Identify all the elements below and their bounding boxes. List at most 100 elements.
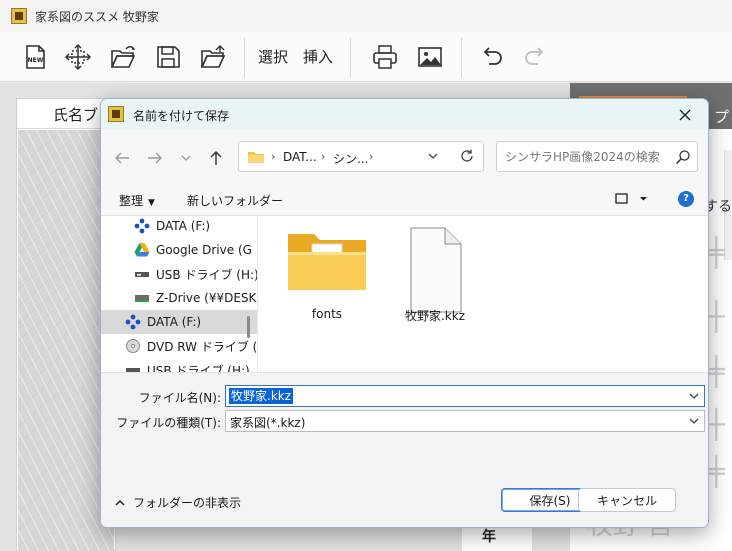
cancel-button[interactable]: キャンセル bbox=[578, 488, 676, 512]
nav-item-label: USB ドライブ (H:) bbox=[147, 363, 250, 373]
view-options-button[interactable] bbox=[615, 192, 649, 209]
usb-drive-icon bbox=[134, 266, 150, 282]
arrow-left-icon bbox=[115, 152, 129, 164]
breadcrumb-segment[interactable]: DAT... bbox=[283, 150, 317, 164]
filetype-label: ファイルの種類(T): bbox=[116, 416, 221, 430]
filename-label: ファイル名(N): bbox=[138, 391, 221, 405]
filename-value[interactable]: 牧野家.kkz bbox=[229, 388, 294, 404]
tree-card-text: 年 bbox=[482, 529, 496, 545]
usb-drive-icon bbox=[125, 362, 141, 372]
organize-button[interactable]: 整理 ▼ bbox=[119, 192, 155, 209]
print-icon[interactable] bbox=[369, 40, 401, 74]
view-list-icon bbox=[615, 193, 647, 204]
address-bar[interactable]: › DAT... › シン... › bbox=[238, 141, 484, 172]
filetype-value: 家系図(*.kkz) bbox=[230, 416, 306, 430]
caret-down-icon: ▼ bbox=[148, 198, 155, 208]
search-box bbox=[496, 141, 698, 172]
faded-mark: ╪ bbox=[708, 455, 725, 488]
new-icon[interactable]: NEW bbox=[20, 40, 50, 74]
nav-item-z-drive[interactable]: Z-Drive (¥¥DESK bbox=[101, 286, 257, 310]
nav-item-data-f[interactable]: DATA (F:) bbox=[101, 216, 257, 238]
faded-mark: ┼ bbox=[708, 300, 725, 333]
breadcrumb-separator: › bbox=[321, 150, 326, 163]
nav-item-usb-drive-2[interactable]: USB ドライブ (H:) bbox=[101, 358, 257, 373]
recent-locations-button[interactable] bbox=[175, 148, 197, 168]
chevron-down-icon bbox=[689, 418, 699, 424]
file-item-kkz[interactable]: 牧野家.kkz bbox=[385, 226, 485, 324]
breadcrumb-separator: › bbox=[369, 150, 374, 163]
select-tool-button[interactable]: 選択 bbox=[258, 46, 288, 67]
folder-icon bbox=[288, 234, 366, 290]
file-list: fonts 牧野家.kkz bbox=[258, 216, 708, 372]
network-drive-icon bbox=[134, 218, 150, 234]
nav-item-label: Z-Drive (¥¥DESK bbox=[156, 291, 257, 305]
nav-item-label: DVD RW ドライブ (D bbox=[147, 339, 258, 354]
help-icon[interactable]: ? bbox=[678, 191, 694, 207]
hide-folders-label: フォルダーの非表示 bbox=[133, 496, 242, 510]
arrow-right-icon bbox=[148, 152, 162, 164]
dvd-drive-icon bbox=[125, 338, 141, 354]
organize-label: 整理 bbox=[119, 194, 144, 208]
nav-item-label: DATA (F:) bbox=[147, 315, 202, 329]
nav-pane-scrollbar[interactable] bbox=[247, 316, 250, 338]
search-icon[interactable] bbox=[675, 149, 691, 165]
new-folder-button[interactable]: 新しいフォルダー bbox=[187, 192, 283, 209]
dialog-title: 名前を付けて保存 bbox=[133, 109, 230, 123]
toolbar-separator bbox=[461, 38, 462, 78]
navigation-pane: DATA (F:) Google Drive (G USB ドライブ (H:) … bbox=[101, 216, 258, 372]
toolbar-separator bbox=[350, 38, 351, 78]
document-icon bbox=[410, 227, 462, 313]
nav-item-label: DATA (F:) bbox=[156, 219, 211, 233]
command-bar: 整理 ▼ 新しいフォルダー ? bbox=[101, 184, 708, 216]
arrow-up-icon bbox=[210, 151, 222, 165]
save-options-area: ファイル名(N): 牧野家.kkz ファイルの種類(T): 家系図(*.kkz)… bbox=[101, 372, 708, 527]
export-folder-icon[interactable] bbox=[197, 40, 229, 74]
nav-item-dvd-drive[interactable]: DVD RW ドライブ (D bbox=[101, 334, 258, 358]
forward-button[interactable] bbox=[144, 148, 166, 168]
filetype-select[interactable]: 家系図(*.kkz) bbox=[225, 410, 705, 432]
close-button[interactable] bbox=[662, 99, 708, 130]
nav-item-label: USB ドライブ (H:) bbox=[156, 267, 258, 282]
breadcrumb-segment[interactable]: シン... bbox=[333, 150, 368, 167]
faded-mark: ╪ bbox=[708, 236, 725, 269]
open-folder-icon[interactable] bbox=[107, 40, 139, 74]
up-button[interactable] bbox=[205, 148, 227, 168]
back-button[interactable] bbox=[111, 148, 133, 168]
move-icon[interactable] bbox=[62, 40, 94, 74]
close-icon bbox=[679, 109, 691, 120]
properties-tab-label[interactable]: プ bbox=[714, 106, 729, 127]
file-item-folder[interactable]: fonts bbox=[277, 226, 377, 321]
app-title-bar: 家系図のススメ 牧野家 bbox=[0, 0, 732, 32]
hide-folders-toggle[interactable]: フォルダーの非表示 bbox=[115, 494, 241, 511]
image-icon[interactable] bbox=[414, 40, 446, 74]
save-as-dialog: 名前を付けて保存 › DAT... › シン... › シンサラHP画像2024… bbox=[100, 98, 709, 528]
toolbar-separator bbox=[244, 38, 245, 78]
network-drive-icon bbox=[125, 314, 141, 330]
redo-icon[interactable] bbox=[521, 40, 551, 74]
undo-icon[interactable] bbox=[476, 40, 506, 74]
nav-item-usb-drive[interactable]: USB ドライブ (H:) bbox=[101, 262, 258, 286]
save-icon[interactable] bbox=[152, 40, 184, 74]
search-input[interactable] bbox=[505, 148, 665, 166]
chevron-down-icon[interactable] bbox=[688, 389, 700, 403]
z-drive-icon bbox=[134, 290, 150, 306]
folder-icon bbox=[248, 152, 264, 163]
svg-text:NEW: NEW bbox=[28, 57, 44, 64]
dialog-title-bar: 名前を付けて保存 bbox=[101, 99, 708, 130]
chevron-down-icon bbox=[181, 155, 191, 161]
nav-item-data-f-selected[interactable]: DATA (F:) bbox=[101, 310, 257, 334]
faded-mark: ╪ bbox=[708, 355, 725, 388]
app-logo-icon bbox=[11, 8, 27, 24]
filename-field[interactable]: 牧野家.kkz bbox=[225, 385, 705, 407]
main-toolbar: NEW 選択 挿入 bbox=[0, 32, 732, 82]
nav-item-label: Google Drive (G bbox=[156, 243, 252, 257]
insert-tool-button[interactable]: 挿入 bbox=[303, 46, 333, 67]
nav-item-google-drive[interactable]: Google Drive (G bbox=[101, 238, 257, 262]
chevron-up-icon bbox=[115, 499, 125, 506]
refresh-icon[interactable] bbox=[459, 148, 475, 164]
chevron-down-icon[interactable] bbox=[427, 149, 439, 163]
file-item-label: fonts bbox=[311, 307, 343, 321]
app-title: 家系図のススメ 牧野家 bbox=[35, 9, 159, 24]
dialog-app-icon bbox=[108, 106, 124, 122]
navigation-bar: › DAT... › シン... › bbox=[101, 130, 708, 184]
